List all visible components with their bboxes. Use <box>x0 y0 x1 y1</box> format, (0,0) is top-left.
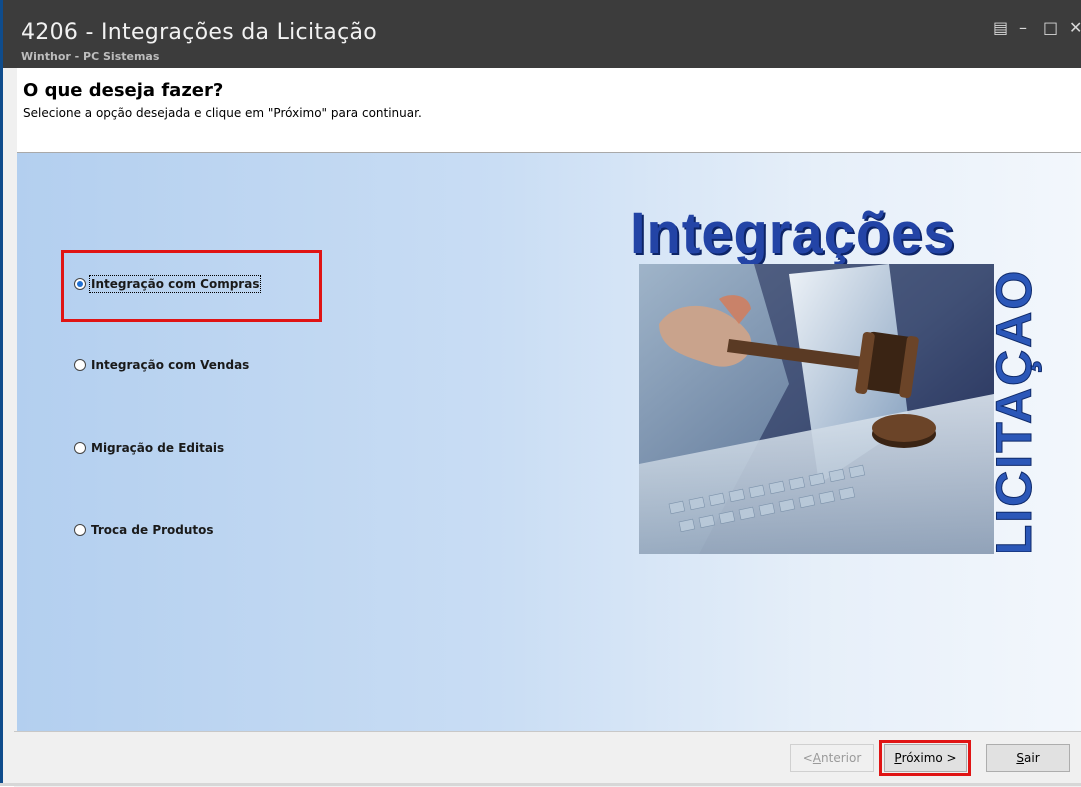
radio-icon[interactable] <box>74 442 86 454</box>
anterior-button[interactable]: < ​Anterior <box>790 744 874 772</box>
vertical-logo-text: LICITAÇÃO <box>994 272 1042 552</box>
radio-icon[interactable] <box>74 524 86 536</box>
option-troca-produtos[interactable]: Troca de Produtos <box>74 523 214 537</box>
anterior-accesskey: A <box>812 751 822 765</box>
page-title: O que deseja fazer? <box>23 80 224 101</box>
highlight-box-proximo <box>879 740 971 776</box>
wizard-header: O que deseja fazer? Selecione a opção de… <box>17 68 1081 153</box>
radio-icon[interactable] <box>74 359 86 371</box>
maximize-icon[interactable]: □ <box>1043 20 1058 36</box>
banner-title: Integrações <box>630 199 956 266</box>
restore-icon[interactable]: ▤ <box>993 20 1008 36</box>
sair-rest: air <box>1024 751 1040 765</box>
minimize-icon[interactable]: – <box>1019 20 1027 36</box>
close-icon[interactable]: ✕ <box>1069 20 1081 36</box>
instruction-text: Selecione a opção desejada e clique em "… <box>23 106 422 120</box>
option-integracao-vendas[interactable]: Integração com Vendas <box>74 358 249 372</box>
anterior-rest: nterior <box>821 751 862 765</box>
window-title: 4206 - Integrações da Licitação <box>21 20 378 45</box>
option-label: Troca de Produtos <box>91 523 214 537</box>
gavel-computer-illustration <box>639 264 994 554</box>
sair-accesskey: S <box>1016 751 1024 765</box>
title-bar[interactable]: 4206 - Integrações da Licitação Winthor … <box>3 0 1081 68</box>
licitacao-vertical-logo: LICITAÇÃO <box>994 272 1042 552</box>
anterior-prefix: < <box>802 751 813 765</box>
highlight-box-option <box>61 250 322 322</box>
option-label: Migração de Editais <box>91 441 225 455</box>
option-migracao-editais[interactable]: Migração de Editais <box>74 441 224 455</box>
option-label: Integração com Vendas <box>91 358 250 372</box>
window-subtitle: Winthor - PC Sistemas <box>21 50 160 63</box>
sair-button[interactable]: Sair <box>986 744 1070 772</box>
